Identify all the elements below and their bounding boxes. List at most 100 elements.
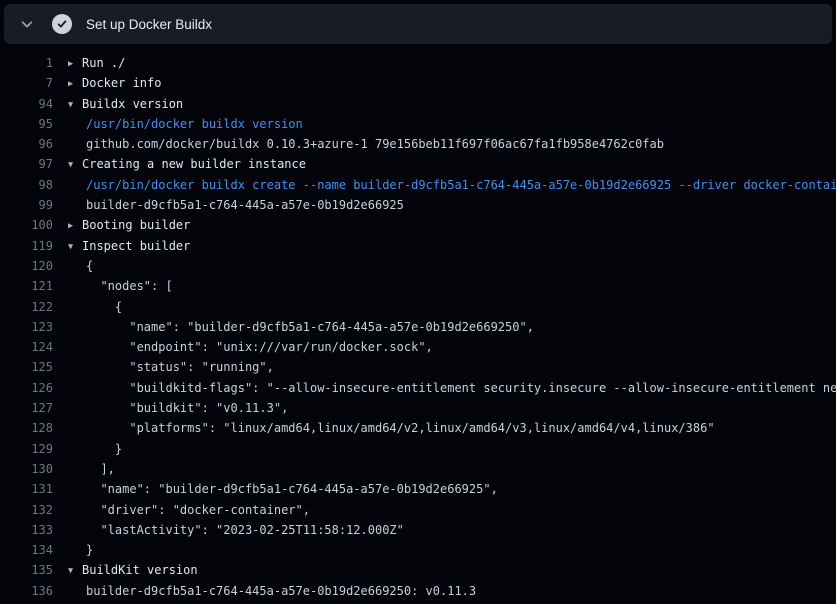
output-text: { — [53, 297, 836, 317]
output-text: "platforms": "linux/amd64,linux/amd64/v2… — [53, 418, 836, 438]
group-title[interactable]: Inspect builder — [82, 239, 190, 253]
line-number[interactable]: 122 — [0, 297, 53, 317]
line-number[interactable]: 124 — [0, 337, 53, 357]
group-title[interactable]: Buildx version — [82, 97, 183, 111]
log-group-row: 7▶Docker info — [0, 73, 836, 93]
group-row-body[interactable]: ▶Booting builder — [53, 215, 836, 235]
command-text: /usr/bin/docker buildx create --name bui… — [53, 175, 836, 195]
group-row-body[interactable]: ▼Buildx version — [53, 94, 836, 114]
log-line-row: 126 "buildkitd-flags": "--allow-insecure… — [0, 378, 836, 398]
line-number[interactable]: 135 — [0, 560, 53, 580]
log-line-row: 127 "buildkit": "v0.11.3", — [0, 398, 836, 418]
line-number[interactable]: 97 — [0, 154, 53, 174]
group-expanded-icon[interactable]: ▼ — [68, 561, 82, 580]
line-number[interactable]: 127 — [0, 398, 53, 418]
line-number[interactable]: 133 — [0, 520, 53, 540]
group-row-body[interactable]: ▶Run ./ — [53, 53, 836, 73]
group-row-body[interactable]: ▼BuildKit version — [53, 560, 836, 580]
group-expanded-icon[interactable]: ▼ — [68, 155, 82, 174]
chevron-down-icon[interactable] — [18, 15, 36, 33]
line-number[interactable]: 7 — [0, 73, 53, 93]
group-expanded-icon[interactable]: ▼ — [68, 95, 82, 114]
log-line-row: 133 "lastActivity": "2023-02-25T11:58:12… — [0, 520, 836, 540]
output-text: "name": "builder-d9cfb5a1-c764-445a-a57e… — [53, 479, 836, 499]
output-text: "lastActivity": "2023-02-25T11:58:12.000… — [53, 520, 836, 540]
log-line-row: 98/usr/bin/docker buildx create --name b… — [0, 175, 836, 195]
log-group-row: 94▼Buildx version — [0, 94, 836, 114]
output-text: "name": "builder-d9cfb5a1-c764-445a-a57e… — [53, 317, 836, 337]
line-number[interactable]: 98 — [0, 175, 53, 195]
output-text: { — [53, 256, 836, 276]
output-text: github.com/docker/buildx 0.10.3+azure-1 … — [53, 134, 836, 154]
group-collapsed-icon[interactable]: ▶ — [68, 54, 82, 73]
log-line-row: 129 } — [0, 439, 836, 459]
log-line-row: 132 "driver": "docker-container", — [0, 500, 836, 520]
line-number[interactable]: 131 — [0, 479, 53, 499]
output-text: } — [53, 540, 836, 560]
log-line-row: 136builder-d9cfb5a1-c764-445a-a57e-0b19d… — [0, 581, 836, 601]
log-group-row: 97▼Creating a new builder instance — [0, 154, 836, 174]
group-row-body[interactable]: ▼Inspect builder — [53, 236, 836, 256]
group-title[interactable]: Creating a new builder instance — [82, 157, 306, 171]
output-text: ], — [53, 459, 836, 479]
log-lines: 1▶Run ./7▶Docker info94▼Buildx version95… — [0, 53, 836, 601]
output-text: } — [53, 439, 836, 459]
output-text: "driver": "docker-container", — [53, 500, 836, 520]
log-line-row: 131 "name": "builder-d9cfb5a1-c764-445a-… — [0, 479, 836, 499]
output-text: builder-d9cfb5a1-c764-445a-a57e-0b19d2e6… — [53, 195, 836, 215]
line-number[interactable]: 136 — [0, 581, 53, 601]
log-line-row: 99builder-d9cfb5a1-c764-445a-a57e-0b19d2… — [0, 195, 836, 215]
line-number[interactable]: 126 — [0, 378, 53, 398]
line-number[interactable]: 94 — [0, 94, 53, 114]
line-number[interactable]: 99 — [0, 195, 53, 215]
line-number[interactable]: 128 — [0, 418, 53, 438]
group-collapsed-icon[interactable]: ▶ — [68, 216, 82, 235]
output-text: "status": "running", — [53, 357, 836, 377]
group-title[interactable]: Docker info — [82, 76, 161, 90]
log-group-row: 100▶Booting builder — [0, 215, 836, 235]
log-line-row: 96github.com/docker/buildx 0.10.3+azure-… — [0, 134, 836, 154]
group-title[interactable]: BuildKit version — [82, 563, 198, 577]
output-text: "buildkit": "v0.11.3", — [53, 398, 836, 418]
step-title: Set up Docker Buildx — [86, 17, 212, 32]
line-number[interactable]: 120 — [0, 256, 53, 276]
step-header[interactable]: Set up Docker Buildx — [4, 4, 832, 44]
line-number[interactable]: 95 — [0, 114, 53, 134]
line-number[interactable]: 119 — [0, 236, 53, 256]
group-title[interactable]: Run ./ — [82, 56, 125, 70]
command-text: /usr/bin/docker buildx version — [53, 114, 836, 134]
line-number[interactable]: 1 — [0, 53, 53, 73]
log-line-row: 95/usr/bin/docker buildx version — [0, 114, 836, 134]
log-group-row: 1▶Run ./ — [0, 53, 836, 73]
log-line-row: 123 "name": "builder-d9cfb5a1-c764-445a-… — [0, 317, 836, 337]
output-text: "buildkitd-flags": "--allow-insecure-ent… — [53, 378, 836, 398]
log-line-row: 128 "platforms": "linux/amd64,linux/amd6… — [0, 418, 836, 438]
line-number[interactable]: 123 — [0, 317, 53, 337]
line-number[interactable]: 100 — [0, 215, 53, 235]
line-number[interactable]: 125 — [0, 357, 53, 377]
log-group-row: 119▼Inspect builder — [0, 236, 836, 256]
group-expanded-icon[interactable]: ▼ — [68, 237, 82, 256]
check-circle-icon — [52, 14, 72, 34]
output-text: "nodes": [ — [53, 276, 836, 296]
group-row-body[interactable]: ▼Creating a new builder instance — [53, 154, 836, 174]
line-number[interactable]: 132 — [0, 500, 53, 520]
output-text: builder-d9cfb5a1-c764-445a-a57e-0b19d2e6… — [53, 581, 836, 601]
line-number[interactable]: 96 — [0, 134, 53, 154]
log-line-row: 125 "status": "running", — [0, 357, 836, 377]
group-title[interactable]: Booting builder — [82, 218, 190, 232]
group-collapsed-icon[interactable]: ▶ — [68, 74, 82, 93]
log-line-row: 130 ], — [0, 459, 836, 479]
log-group-row: 135▼BuildKit version — [0, 560, 836, 580]
log-line-row: 121 "nodes": [ — [0, 276, 836, 296]
log-line-row: 120{ — [0, 256, 836, 276]
log-container: 1▶Run ./7▶Docker info94▼Buildx version95… — [0, 44, 836, 604]
line-number[interactable]: 134 — [0, 540, 53, 560]
line-number[interactable]: 121 — [0, 276, 53, 296]
log-line-row: 122 { — [0, 297, 836, 317]
line-number[interactable]: 130 — [0, 459, 53, 479]
log-line-row: 124 "endpoint": "unix:///var/run/docker.… — [0, 337, 836, 357]
line-number[interactable]: 129 — [0, 439, 53, 459]
group-row-body[interactable]: ▶Docker info — [53, 73, 836, 93]
log-line-row: 134} — [0, 540, 836, 560]
